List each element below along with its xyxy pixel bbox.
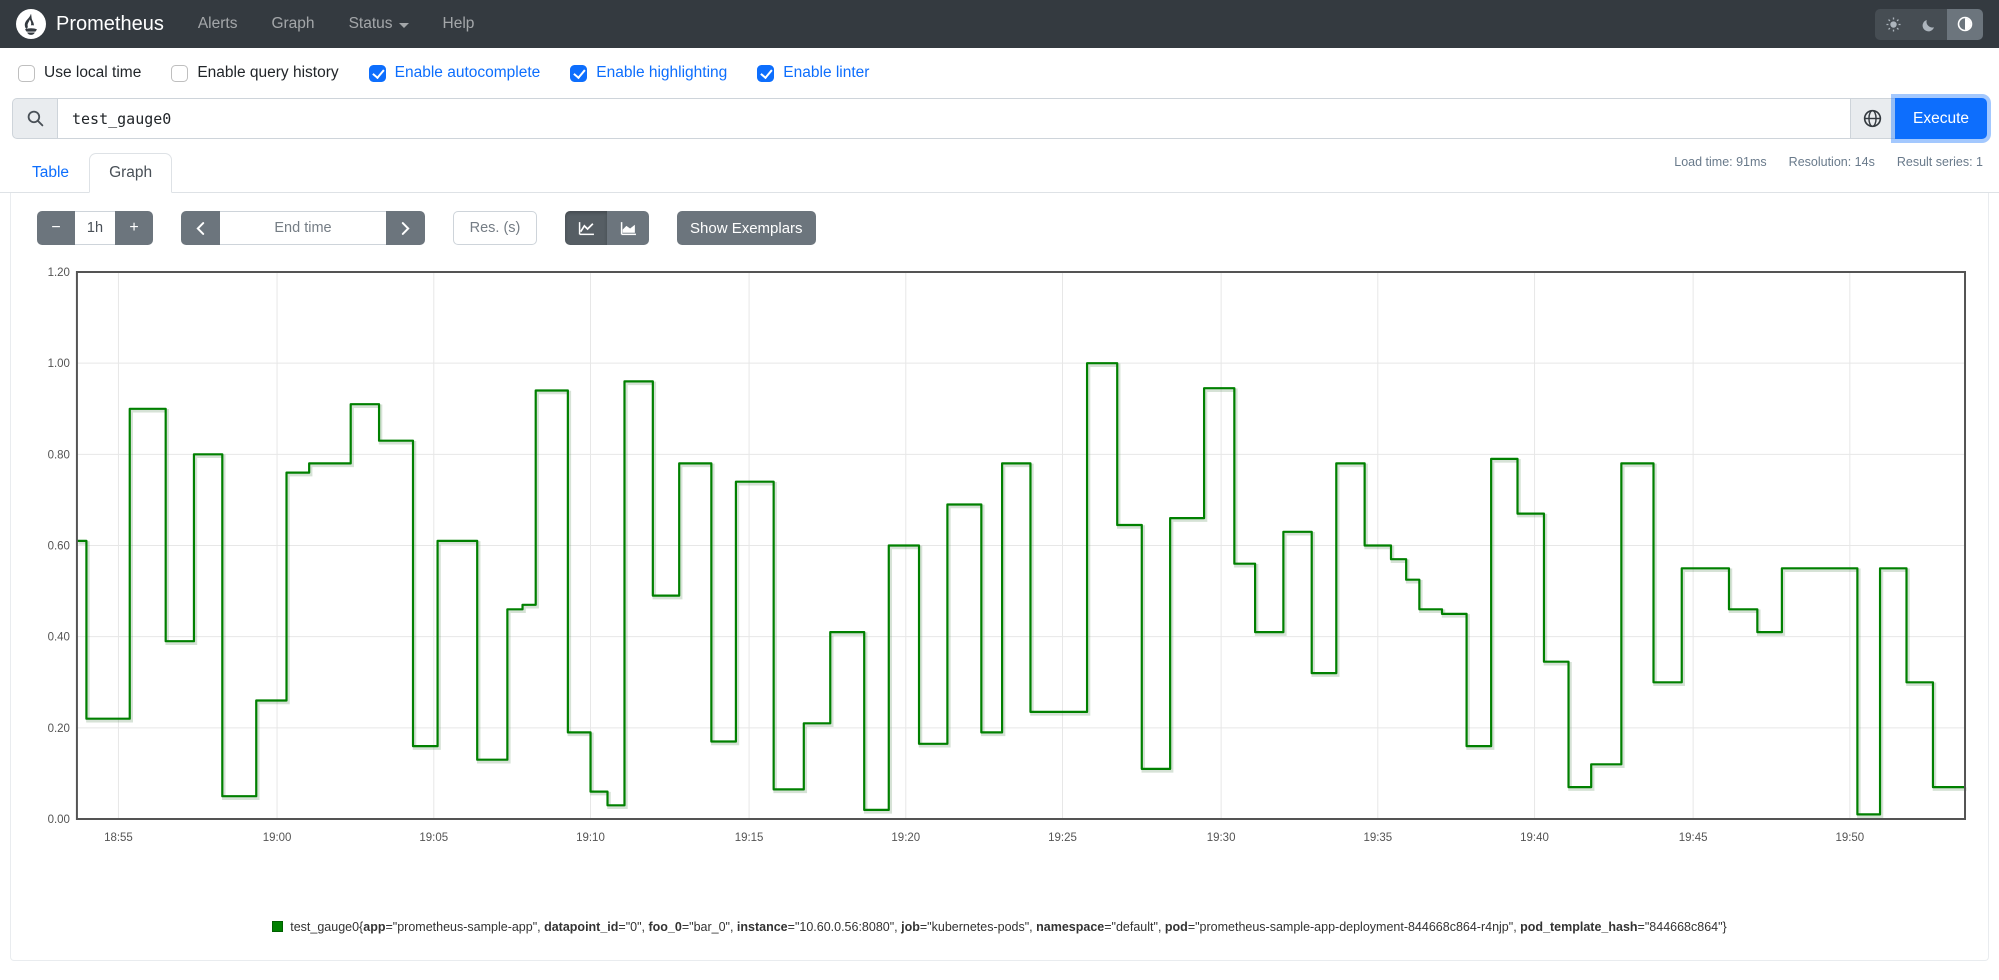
svg-text:18:55: 18:55 xyxy=(104,832,133,844)
svg-text:19:35: 19:35 xyxy=(1363,832,1392,844)
enable-highlighting-checkbox[interactable]: Enable highlighting xyxy=(570,64,727,82)
checkbox-box[interactable] xyxy=(570,64,588,82)
result-series-stat: Result series: 1 xyxy=(1896,155,1983,169)
svg-text:19:15: 19:15 xyxy=(735,832,764,844)
navbar: Prometheus Alerts Graph Status Help xyxy=(0,0,1999,48)
decrease-range-button[interactable]: − xyxy=(37,211,75,245)
auto-theme-button[interactable] xyxy=(1947,8,1983,40)
prometheus-logo-icon xyxy=(16,9,46,39)
series-color-swatch xyxy=(272,921,284,932)
chevron-down-icon xyxy=(398,22,409,28)
range-input[interactable] xyxy=(75,211,115,245)
stacked-chart-icon xyxy=(620,221,636,235)
globe-icon xyxy=(1864,109,1882,128)
time-series-chart[interactable]: 0.00 0.20 0.40 0.60 0.80 1.00 1.20 18:55 19:00 19… xyxy=(27,263,1972,885)
result-tabs: Table Graph xyxy=(12,153,173,193)
light-theme-button[interactable] xyxy=(1875,8,1911,40)
svg-text:19:30: 19:30 xyxy=(1207,832,1236,844)
stacked-chart-toggle-button[interactable] xyxy=(607,211,649,245)
theme-toggle-group xyxy=(1875,8,1983,40)
prometheus-brand-link[interactable]: Prometheus xyxy=(16,9,164,39)
checkbox-box[interactable] xyxy=(171,64,189,82)
checkbox-label: Use local time xyxy=(44,64,142,81)
graph-controls: − + Show Exemplars xyxy=(37,211,1974,245)
use-local-time-checkbox[interactable]: Use local time xyxy=(18,64,141,82)
svg-text:19:40: 19:40 xyxy=(1520,832,1549,844)
line-chart-icon xyxy=(578,221,594,235)
checkbox-label: Enable linter xyxy=(783,64,870,81)
svg-text:0.60: 0.60 xyxy=(48,540,70,552)
chart-type-toggle xyxy=(565,211,649,245)
legend-item[interactable]: test_gauge0{app="prometheus-sample-app",… xyxy=(272,920,1727,934)
svg-text:19:25: 19:25 xyxy=(1048,832,1077,844)
svg-text:19:05: 19:05 xyxy=(419,832,448,844)
checkbox-box[interactable] xyxy=(757,64,775,82)
checkbox-label: Enable highlighting xyxy=(596,64,728,81)
tab-graph[interactable]: Graph xyxy=(89,153,173,193)
checkbox-box[interactable] xyxy=(18,64,35,82)
checkbox-label: Enable query history xyxy=(197,64,339,81)
query-stats: Load time: 91ms Resolution: 14s Result s… xyxy=(1674,153,1983,169)
nav-item-alerts[interactable]: Alerts xyxy=(198,15,238,33)
checkbox-label: Enable autocomplete xyxy=(394,64,541,81)
tabs-row: Table Graph Load time: 91ms Resolution: … xyxy=(0,139,1999,193)
query-expression-input[interactable] xyxy=(57,98,1850,139)
svg-text:1.00: 1.00 xyxy=(48,358,70,370)
chart-container[interactable]: 0.00 0.20 0.40 0.60 0.80 1.00 1.20 18:55 19:00 19… xyxy=(27,263,1972,890)
nav-item-graph[interactable]: Graph xyxy=(271,15,314,33)
brand-title: Prometheus xyxy=(56,12,164,35)
sun-icon xyxy=(1885,16,1901,32)
nav-item-help[interactable]: Help xyxy=(443,15,475,33)
nav-item-status[interactable]: Status xyxy=(349,15,409,33)
svg-text:0.80: 0.80 xyxy=(48,449,70,461)
chevron-right-icon xyxy=(401,221,410,235)
tab-table[interactable]: Table xyxy=(12,153,89,193)
metrics-explorer-button[interactable] xyxy=(1849,98,1895,139)
show-exemplars-button[interactable]: Show Exemplars xyxy=(677,211,816,245)
svg-text:0.00: 0.00 xyxy=(48,814,70,826)
enable-linter-checkbox[interactable]: Enable linter xyxy=(757,64,869,82)
checkbox-box[interactable] xyxy=(368,64,386,82)
svg-text:19:00: 19:00 xyxy=(263,832,292,844)
svg-text:0.20: 0.20 xyxy=(48,723,70,735)
query-input-group: Execute xyxy=(0,96,1999,139)
enable-query-history-checkbox[interactable]: Enable query history xyxy=(171,64,339,82)
query-options-row: Use local time Enable query history Enab… xyxy=(0,48,1999,96)
time-forward-button[interactable] xyxy=(386,211,425,245)
enable-autocomplete-checkbox[interactable]: Enable autocomplete xyxy=(368,64,541,82)
svg-text:0.40: 0.40 xyxy=(48,632,70,644)
execute-button[interactable]: Execute xyxy=(1894,98,1987,139)
moon-icon xyxy=(1922,19,1934,31)
line-chart-toggle-button[interactable] xyxy=(565,211,607,245)
end-time-input[interactable] xyxy=(220,211,386,245)
end-time-picker xyxy=(181,211,425,245)
range-stepper: − + xyxy=(37,211,153,245)
time-back-button[interactable] xyxy=(181,211,220,245)
resolution-input[interactable] xyxy=(453,211,537,245)
search-icon xyxy=(12,98,57,139)
svg-text:19:20: 19:20 xyxy=(891,832,920,844)
svg-text:19:50: 19:50 xyxy=(1835,832,1864,844)
nav-links: Alerts Graph Status Help xyxy=(198,15,475,33)
graph-panel: − + Show Exemplars 0.00 0.20 0.40 0.60 0.80 1… xyxy=(10,193,1989,961)
series-label-text: test_gauge0{app="prometheus-sample-app",… xyxy=(290,920,1727,934)
chevron-left-icon xyxy=(196,221,205,235)
resolution-stat: Resolution: 14s xyxy=(1788,155,1875,169)
load-time-stat: Load time: 91ms xyxy=(1674,155,1767,169)
svg-text:19:10: 19:10 xyxy=(576,832,605,844)
contrast-icon xyxy=(1957,16,1973,32)
svg-text:19:45: 19:45 xyxy=(1679,832,1708,844)
increase-range-button[interactable]: + xyxy=(115,211,153,245)
svg-text:1.20: 1.20 xyxy=(48,267,70,279)
chart-legend: test_gauge0{app="prometheus-sample-app",… xyxy=(25,920,1974,934)
dark-theme-button[interactable] xyxy=(1911,8,1947,40)
